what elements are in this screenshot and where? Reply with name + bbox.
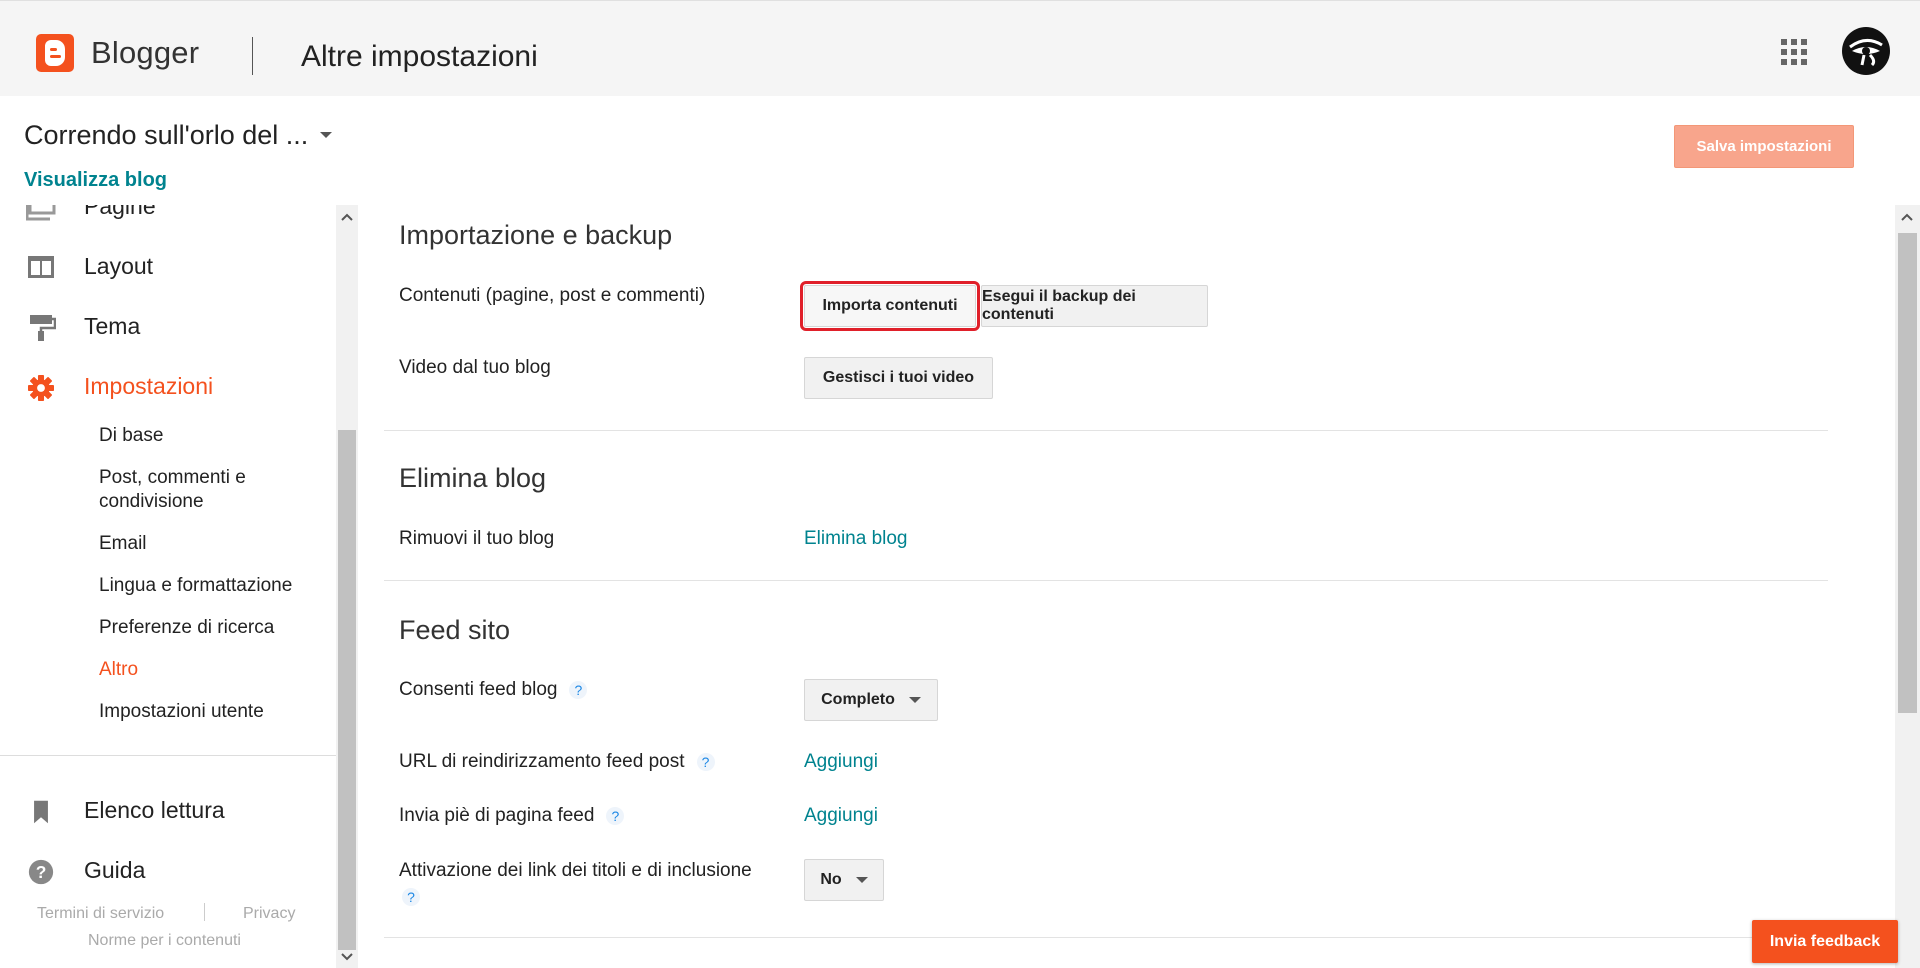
scroll-down-icon[interactable]: [341, 953, 353, 961]
sidebar-subitem-other[interactable]: Altro: [99, 658, 329, 682]
allow-feed-value: Completo: [821, 691, 895, 708]
terms-link[interactable]: Termini di servizio: [37, 905, 164, 923]
allow-feed-label: Consenti feed blog?: [399, 679, 588, 701]
section-title-site-feed: Feed sito: [399, 615, 511, 645]
title-links-select[interactable]: No: [804, 859, 884, 901]
view-blog-link[interactable]: Visualizza blog: [24, 169, 167, 192]
sidebar: Pagine Layout Tema Impostazioni Di base …: [0, 205, 336, 968]
brand-name[interactable]: Blogger: [91, 35, 199, 71]
sidebar-subitem-posts-comments[interactable]: Post, commenti e condivisione: [99, 466, 329, 514]
section-title-delete-blog: Elimina blog: [399, 463, 547, 493]
sidebar-item-label: Layout: [84, 253, 154, 279]
footer-separator: [204, 903, 205, 921]
sidebar-item-label: Impostazioni: [84, 373, 214, 399]
eye-of-horus-icon: [1849, 39, 1883, 67]
redirect-url-add-link[interactable]: Aggiungi: [804, 751, 878, 773]
svg-text:?: ?: [36, 862, 47, 882]
sidebar-item-label: Guida: [84, 857, 146, 883]
blog-selector[interactable]: Correndo sull'orlo del ...: [24, 120, 308, 151]
redirect-url-label-text: URL di reindirizzamento feed post: [399, 751, 685, 772]
content-label: Contenuti (pagine, post e commenti): [399, 285, 706, 306]
feed-footer-label: Invia piè di pagina feed?: [399, 805, 625, 827]
sidebar-scroll-thumb[interactable]: [338, 430, 356, 950]
layout-icon: [28, 256, 54, 278]
sidebar-item-layout[interactable]: Layout: [0, 245, 336, 291]
section-title-import-backup: Importazione e backup: [399, 220, 673, 250]
chevron-down-icon: [855, 877, 868, 883]
sidebar-subitem-user-settings[interactable]: Impostazioni utente: [99, 700, 329, 724]
video-label: Video dal tuo blog: [399, 357, 551, 378]
content-scroll-thumb[interactable]: [1898, 233, 1917, 713]
title-links-label: Attivazione dei link dei titoli e di inc…: [399, 860, 799, 908]
sidebar-item-pages[interactable]: Pagine: [0, 205, 336, 231]
help-icon[interactable]: ?: [606, 807, 625, 825]
feed-footer-add-link[interactable]: Aggiungi: [804, 805, 878, 827]
sidebar-item-help[interactable]: ? Guida: [0, 849, 336, 895]
settings-content: Importazione e backup Contenuti (pagine,…: [358, 205, 1894, 968]
delete-blog-link[interactable]: Elimina blog: [804, 528, 908, 550]
sidebar-subitem-email[interactable]: Email: [99, 532, 329, 556]
sidebar-scrollbar[interactable]: [336, 205, 358, 968]
remove-blog-label: Rimuovi il tuo blog: [399, 528, 555, 549]
sidebar-subitem-search-prefs[interactable]: Preferenze di ricerca: [99, 616, 329, 640]
sidebar-divider: [0, 755, 336, 756]
sidebar-subitem-language[interactable]: Lingua e formattazione: [99, 574, 329, 598]
redirect-url-label: URL di reindirizzamento feed post?: [399, 751, 715, 773]
help-icon[interactable]: ?: [696, 753, 715, 771]
chevron-down-icon[interactable]: [320, 132, 332, 138]
import-content-button[interactable]: Importa contenuti: [800, 281, 980, 331]
manage-videos-button[interactable]: Gestisci i tuoi video: [804, 357, 993, 399]
bookmark-icon: [34, 800, 48, 824]
sidebar-item-theme[interactable]: Tema: [0, 305, 336, 351]
section-divider: [384, 580, 1828, 581]
paint-roller-icon: [30, 315, 56, 341]
content-scrollbar[interactable]: [1895, 205, 1920, 968]
sidebar-item-label: Pagine: [84, 205, 156, 219]
send-feedback-button[interactable]: Invia feedback: [1752, 920, 1898, 963]
title-links-value: No: [820, 871, 842, 888]
header-divider: [252, 37, 253, 75]
page-title: Altre impostazioni: [301, 40, 538, 73]
gear-icon: [28, 375, 54, 401]
sidebar-subitem-basic[interactable]: Di base: [99, 424, 329, 448]
top-bar: Blogger Altre impostazioni: [0, 0, 1920, 96]
sidebar-item-reading-list[interactable]: Elenco lettura: [0, 789, 336, 835]
help-circle-icon: ?: [28, 859, 54, 885]
backup-content-button[interactable]: Esegui il backup dei contenuti: [981, 285, 1208, 327]
sidebar-item-label: Tema: [84, 313, 141, 339]
section-divider: [384, 430, 1828, 431]
sidebar-item-label: Elenco lettura: [84, 797, 225, 823]
avatar[interactable]: [1842, 27, 1890, 75]
allow-feed-label-text: Consenti feed blog: [399, 679, 558, 700]
section-divider: [384, 937, 1828, 938]
help-icon[interactable]: ?: [569, 681, 588, 699]
blogger-logo-icon[interactable]: [36, 34, 74, 72]
sidebar-item-settings[interactable]: Impostazioni: [0, 365, 336, 411]
pages-icon: [26, 205, 56, 221]
chevron-down-icon: [908, 697, 921, 703]
scroll-up-icon[interactable]: [341, 213, 353, 221]
privacy-link[interactable]: Privacy: [243, 905, 295, 923]
allow-feed-select[interactable]: Completo: [804, 679, 938, 721]
apps-grid-icon[interactable]: [1781, 39, 1807, 65]
title-links-label-text: Attivazione dei link dei titoli e di inc…: [399, 860, 752, 881]
save-settings-button[interactable]: Salva impostazioni: [1674, 125, 1854, 168]
feed-footer-label-text: Invia piè di pagina feed: [399, 805, 595, 826]
help-icon[interactable]: ?: [402, 888, 420, 906]
content-policy-link[interactable]: Norme per i contenuti: [88, 932, 241, 950]
scroll-up-icon[interactable]: [1901, 213, 1913, 221]
